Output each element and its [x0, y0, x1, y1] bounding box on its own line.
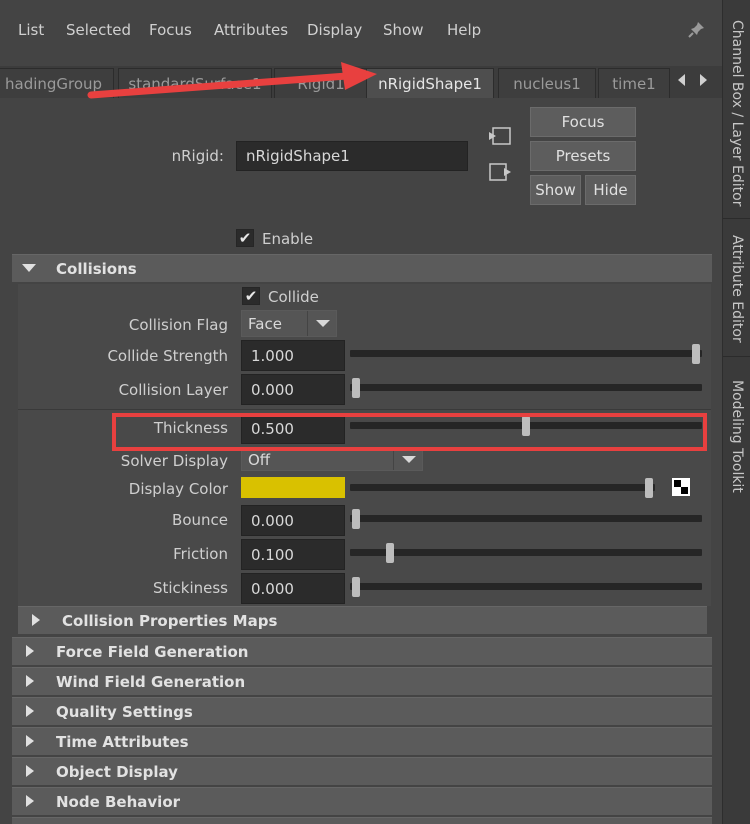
stickiness-field[interactable]: 0.000	[241, 573, 345, 604]
friction-slider-handle[interactable]	[386, 543, 394, 563]
annotation-highlight-box	[112, 413, 707, 451]
divider	[18, 409, 711, 410]
solver-display-dropdown[interactable]: Off	[241, 448, 423, 471]
color-picker-icon[interactable]	[672, 478, 690, 496]
side-tab-channel-box[interactable]: Channel Box / Layer Editor	[723, 8, 750, 219]
menu-selected[interactable]: Selected	[66, 21, 131, 39]
collide-strength-slider-handle[interactable]	[692, 344, 700, 364]
display-color-label: Display Color	[128, 480, 228, 498]
menu-list[interactable]: List	[18, 21, 44, 39]
section-time-attributes[interactable]: Time Attributes	[12, 727, 712, 755]
section-collision-properties-maps[interactable]: Collision Properties Maps	[18, 606, 707, 634]
menu-show[interactable]: Show	[383, 21, 423, 39]
bounce-label: Bounce	[172, 511, 228, 529]
section-wind-field-generation[interactable]: Wind Field Generation	[12, 667, 712, 695]
collide-strength-field[interactable]: 1.000	[241, 340, 345, 371]
tab-nrigidshape1[interactable]: nRigidShape1	[366, 68, 494, 98]
expand-icon	[26, 705, 34, 717]
chevron-down-icon	[316, 320, 330, 327]
focus-button[interactable]: Focus	[530, 107, 636, 137]
friction-slider[interactable]	[350, 549, 702, 556]
expand-icon	[26, 645, 34, 657]
collision-flag-label: Collision Flag	[128, 316, 228, 334]
hide-button[interactable]: Hide	[585, 175, 636, 205]
node-name-field[interactable]: nRigidShape1	[236, 141, 468, 171]
menu-bar: List Selected Focus Attributes Display S…	[0, 0, 722, 60]
section-partial[interactable]	[12, 817, 712, 824]
expand-icon	[26, 795, 34, 807]
chevron-down-icon	[402, 456, 416, 463]
menu-attributes[interactable]: Attributes	[214, 21, 288, 39]
stickiness-slider[interactable]	[350, 583, 702, 590]
collision-layer-slider[interactable]	[350, 384, 702, 391]
display-color-slider-handle[interactable]	[645, 478, 653, 498]
select-node-icon[interactable]	[488, 162, 512, 182]
collide-label: Collide	[268, 288, 319, 306]
load-selected-icon[interactable]	[488, 126, 512, 146]
annotation-arrow	[87, 62, 377, 99]
enable-label: Enable	[262, 230, 314, 248]
bounce-field[interactable]: 0.000	[241, 505, 345, 536]
expand-icon	[32, 614, 40, 626]
expand-icon	[26, 675, 34, 687]
pin-icon[interactable]	[688, 20, 706, 38]
section-node-behavior[interactable]: Node Behavior	[12, 787, 712, 815]
collision-layer-label: Collision Layer	[118, 381, 228, 399]
bounce-slider-handle[interactable]	[352, 509, 360, 529]
friction-label: Friction	[173, 545, 228, 563]
section-collisions[interactable]: Collisions	[12, 254, 712, 282]
node-name-label: nRigid:	[171, 147, 224, 165]
tab-scroll-left-icon[interactable]	[678, 74, 685, 86]
collide-strength-slider[interactable]	[350, 350, 702, 357]
expand-icon	[26, 735, 34, 747]
collide-strength-label: Collide Strength	[107, 347, 228, 365]
display-color-swatch[interactable]	[241, 477, 345, 498]
section-object-display[interactable]: Object Display	[12, 757, 712, 785]
side-tab-modeling-toolkit[interactable]: Modeling Toolkit	[723, 364, 750, 509]
side-tab-attribute-editor[interactable]: Attribute Editor	[723, 222, 750, 357]
collide-checkbox[interactable]: ✔	[242, 287, 260, 305]
section-force-field-generation[interactable]: Force Field Generation	[12, 637, 712, 665]
collision-flag-dropdown[interactable]: Face	[241, 310, 337, 337]
menu-display[interactable]: Display	[307, 21, 362, 39]
menu-focus[interactable]: Focus	[149, 21, 192, 39]
section-quality-settings[interactable]: Quality Settings	[12, 697, 712, 725]
solver-display-label: Solver Display	[120, 452, 228, 470]
bounce-slider[interactable]	[350, 515, 702, 522]
side-tab-strip: Channel Box / Layer Editor Attribute Edi…	[722, 0, 750, 824]
expand-icon	[26, 765, 34, 777]
stickiness-slider-handle[interactable]	[352, 577, 360, 597]
tab-time1[interactable]: time1	[598, 68, 670, 98]
collision-layer-slider-handle[interactable]	[352, 378, 360, 398]
tab-scroll-right-icon[interactable]	[700, 74, 707, 86]
menu-help[interactable]: Help	[447, 21, 481, 39]
show-button[interactable]: Show	[530, 175, 581, 205]
presets-button[interactable]: Presets	[530, 141, 636, 171]
tab-nucleus1[interactable]: nucleus1	[498, 68, 596, 98]
friction-field[interactable]: 0.100	[241, 539, 345, 570]
enable-checkbox[interactable]: ✔	[236, 229, 254, 247]
stickiness-label: Stickiness	[152, 579, 228, 597]
collision-layer-field[interactable]: 0.000	[241, 374, 345, 405]
display-color-slider[interactable]	[350, 484, 655, 491]
collapse-icon	[22, 264, 36, 272]
